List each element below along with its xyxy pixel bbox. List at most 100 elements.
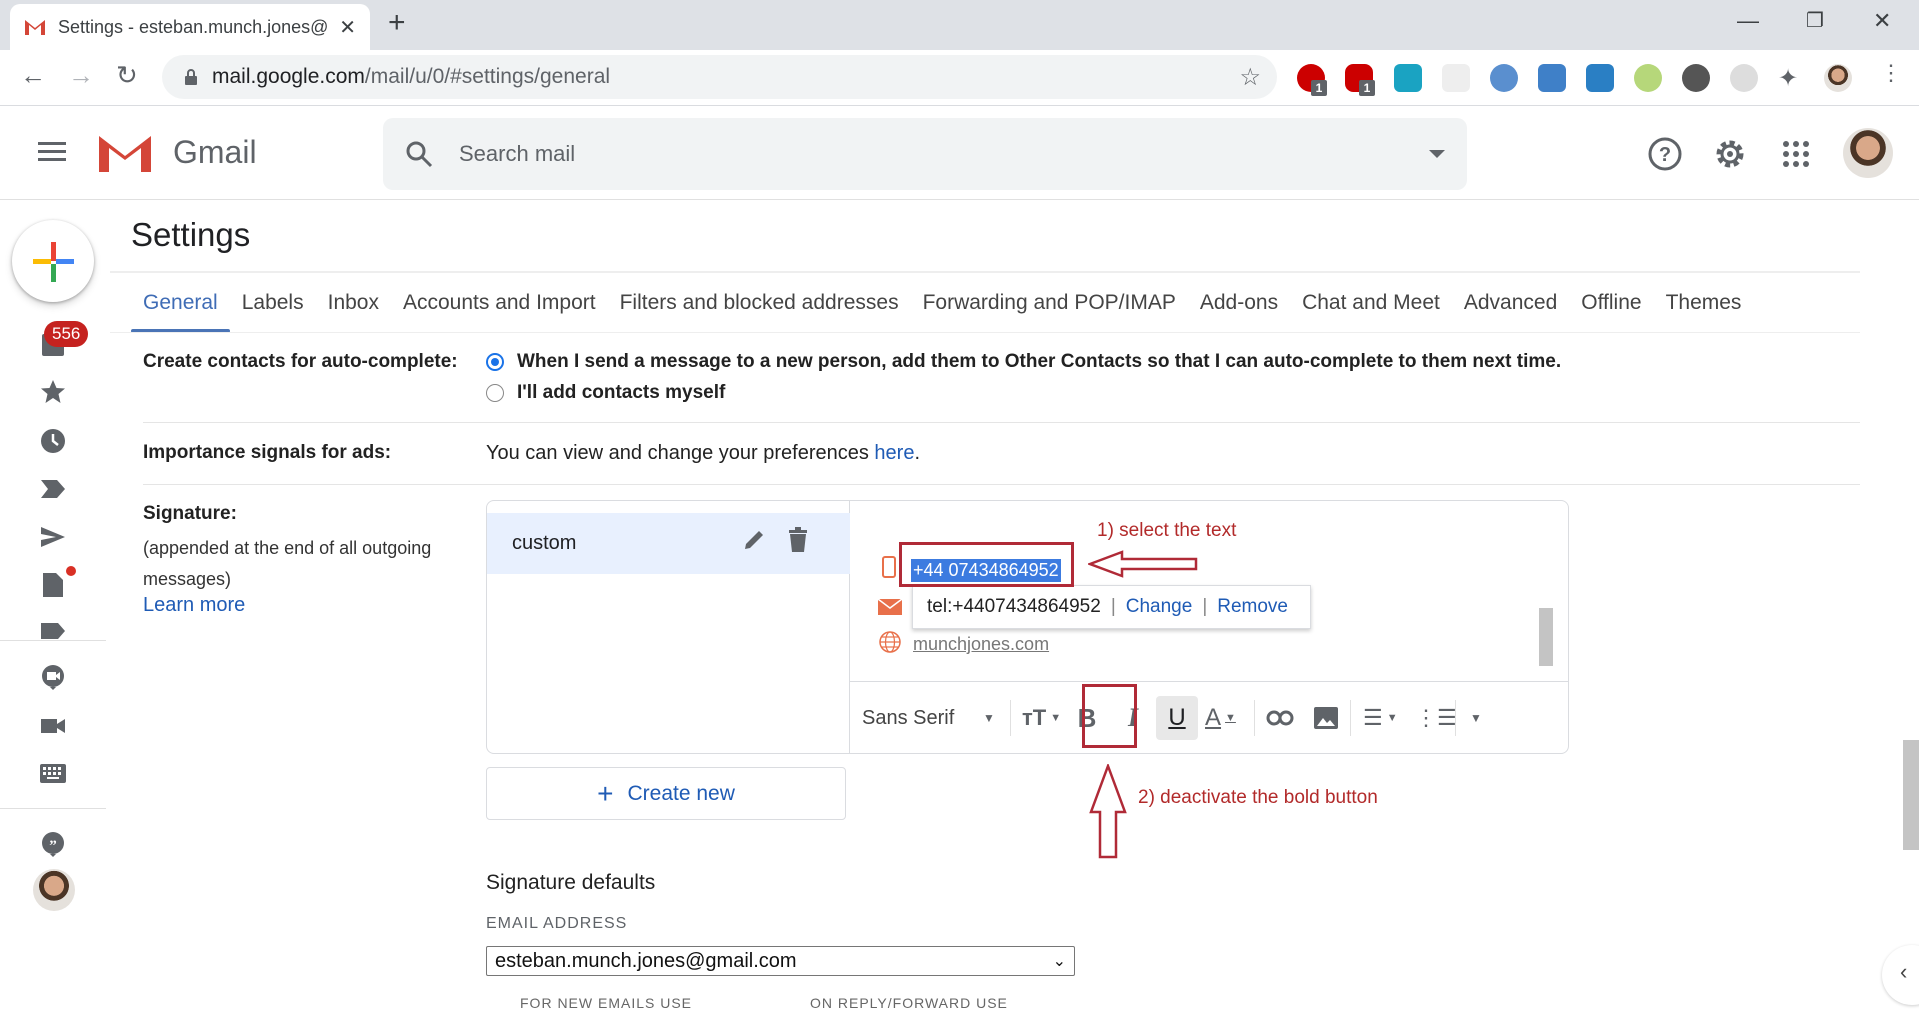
search-options-icon[interactable] xyxy=(1429,150,1445,158)
tooltip-remove-link[interactable]: Remove xyxy=(1217,596,1288,618)
url-text: mail.google.com/mail/u/0/#settings/gener… xyxy=(212,65,611,88)
auto-complete-option-add[interactable]: When I send a message to a new person, a… xyxy=(517,351,1561,373)
compose-button[interactable] xyxy=(12,220,94,302)
create-new-signature-button[interactable]: + Create new xyxy=(486,767,846,820)
tab-forwarding[interactable]: Forwarding and POP/IMAP xyxy=(911,283,1188,333)
main-menu-icon[interactable] xyxy=(38,142,66,162)
dark-mode-extension-icon[interactable] xyxy=(1682,64,1710,92)
chevron-down-icon: ⌄ xyxy=(1052,953,1066,970)
section-divider xyxy=(143,422,1860,423)
address-bar[interactable]: mail.google.com/mail/u/0/#settings/gener… xyxy=(162,55,1277,99)
snoozed-clock-icon[interactable] xyxy=(40,428,66,454)
browser-menu-icon[interactable]: ⋮ xyxy=(1880,60,1902,86)
edit-pencil-icon[interactable] xyxy=(741,527,767,553)
restore-icon[interactable]: ❐ xyxy=(1806,8,1824,33)
extension-icon[interactable] xyxy=(1538,64,1566,92)
profile-avatar[interactable] xyxy=(1824,64,1852,92)
apps-grid-icon[interactable] xyxy=(1778,136,1814,172)
ads-preferences-link[interactable]: here xyxy=(874,442,914,464)
tab-inbox[interactable]: Inbox xyxy=(316,283,391,333)
auto-complete-option-manual[interactable]: I'll add contacts myself xyxy=(517,382,725,404)
extensions-puzzle-icon[interactable]: ✦ xyxy=(1778,64,1806,92)
rail-divider xyxy=(0,808,106,809)
account-avatar[interactable] xyxy=(1843,128,1893,178)
sent-icon[interactable] xyxy=(40,524,66,550)
tab-general[interactable]: General xyxy=(131,283,230,333)
tab-chat-and-meet[interactable]: Chat and Meet xyxy=(1290,283,1452,333)
compose-plus-icon xyxy=(33,242,74,282)
hangouts-chat-icon[interactable]: ” xyxy=(40,831,66,857)
extension-icon[interactable] xyxy=(1394,64,1422,92)
annotation-highlight-box xyxy=(899,542,1074,587)
extension-icon[interactable] xyxy=(1442,64,1470,92)
text-color-button[interactable]: A ▼ xyxy=(1205,696,1236,740)
meet-new-meeting-icon[interactable] xyxy=(40,664,66,690)
collapse-side-panel-button[interactable]: ‹ xyxy=(1882,945,1919,1005)
extension-badge: 1 xyxy=(1311,80,1327,96)
drafts-icon[interactable] xyxy=(40,572,66,598)
underline-button[interactable]: U xyxy=(1156,696,1198,740)
app-name: Gmail xyxy=(173,134,257,170)
align-icon[interactable]: ☰ ▼ xyxy=(1363,696,1398,740)
lock-icon xyxy=(185,69,197,85)
reload-icon[interactable]: ↻ xyxy=(116,60,138,91)
tab-labels[interactable]: Labels xyxy=(230,283,316,333)
website-link[interactable]: munchjones.com xyxy=(913,634,1049,655)
extension-icon[interactable] xyxy=(1730,64,1758,92)
new-emails-label: FOR NEW EMAILS USE xyxy=(520,995,693,1011)
insert-link-icon[interactable] xyxy=(1265,696,1295,740)
insert-image-icon[interactable] xyxy=(1313,696,1339,740)
video-camera-icon[interactable] xyxy=(40,713,66,739)
signature-item-custom[interactable]: custom xyxy=(487,513,850,574)
tab-advanced[interactable]: Advanced xyxy=(1452,283,1569,333)
back-icon[interactable]: ← xyxy=(20,60,46,91)
signature-defaults-title: Signature defaults xyxy=(486,871,656,894)
font-family-select[interactable]: Sans Serif xyxy=(862,696,954,740)
globe-icon xyxy=(879,631,901,653)
more-formatting-icon[interactable]: ▼ xyxy=(1470,696,1482,740)
starred-icon[interactable] xyxy=(40,379,66,405)
tab-add-ons[interactable]: Add-ons xyxy=(1188,283,1290,333)
page-scrollbar[interactable] xyxy=(1903,740,1919,850)
extension-icon[interactable] xyxy=(1634,64,1662,92)
forward-icon[interactable]: → xyxy=(68,60,94,91)
tab-filters[interactable]: Filters and blocked addresses xyxy=(608,283,911,333)
font-dropdown-icon[interactable]: ▼ xyxy=(983,696,995,740)
extension-icon[interactable] xyxy=(1586,64,1614,92)
close-window-icon[interactable]: ✕ xyxy=(1873,8,1891,34)
close-tab-icon[interactable]: ✕ xyxy=(339,15,356,40)
email-address-value: esteban.munch.jones@gmail.com xyxy=(495,949,797,972)
search-bar[interactable]: Search mail xyxy=(383,118,1467,190)
minimize-icon[interactable]: — xyxy=(1737,8,1759,34)
label-icon[interactable] xyxy=(40,622,66,640)
signature-label: Signature: xyxy=(143,503,237,524)
delete-trash-icon[interactable] xyxy=(787,527,809,553)
tab-offline[interactable]: Offline xyxy=(1569,283,1653,333)
annotation-up-arrow-icon xyxy=(1089,764,1127,859)
search-icon[interactable] xyxy=(405,140,433,168)
new-tab-button[interactable]: + xyxy=(388,6,406,40)
email-address-select[interactable]: esteban.munch.jones@gmail.com ⌄ xyxy=(486,946,1075,976)
chat-user-avatar[interactable] xyxy=(33,869,75,911)
signature-scrollbar[interactable] xyxy=(1539,608,1553,666)
settings-gear-icon[interactable] xyxy=(1712,136,1748,172)
drafts-notification-dot xyxy=(66,566,76,576)
auto-complete-radio-manual[interactable] xyxy=(486,384,504,402)
auto-complete-label: Create contacts for auto-complete: xyxy=(143,351,458,372)
help-icon[interactable]: ? xyxy=(1647,136,1683,172)
browser-toolbar: ← → ↻ mail.google.com/mail/u/0/#settings… xyxy=(0,50,1919,106)
tooltip-change-link[interactable]: Change xyxy=(1126,596,1193,618)
important-icon[interactable] xyxy=(40,476,66,502)
extension-icon[interactable] xyxy=(1490,64,1518,92)
tab-themes[interactable]: Themes xyxy=(1654,283,1754,333)
search-input[interactable]: Search mail xyxy=(459,141,575,167)
tab-accounts-and-import[interactable]: Accounts and Import xyxy=(391,283,608,333)
bookmark-star-icon[interactable]: ☆ xyxy=(1239,63,1261,92)
browser-tab[interactable]: Settings - esteban.munch.jones@ ✕ xyxy=(10,4,370,50)
font-size-icon[interactable]: ᴛT ▼ xyxy=(1022,696,1061,740)
auto-complete-radio-add[interactable] xyxy=(486,353,504,371)
numbered-list-icon[interactable]: ⋮☰ xyxy=(1415,696,1457,740)
keyboard-icon[interactable] xyxy=(40,760,66,786)
email-envelope-icon xyxy=(878,599,902,615)
learn-more-link[interactable]: Learn more xyxy=(143,594,245,617)
